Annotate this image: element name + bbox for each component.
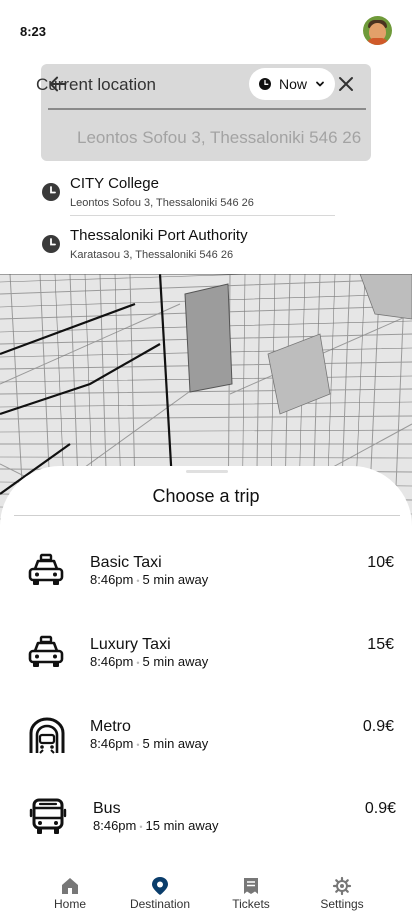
trip-name: Metro (90, 718, 131, 735)
trip-price: 15€ (367, 636, 394, 653)
trip-name: Luxury Taxi (90, 636, 171, 653)
location-pin-icon (152, 877, 168, 895)
taxi-icon (28, 635, 64, 667)
nav-label: Destination (129, 897, 191, 911)
recent-item[interactable]: CITY College Leontos Sofou 3, Thessaloni… (0, 172, 412, 220)
sheet-title: Choose a trip (152, 486, 260, 506)
trip-details: 8:46pm • 5 min away (90, 572, 209, 587)
trip-option-luxury-taxi[interactable]: Luxury Taxi 8:46pm • 5 min away 15€ (0, 628, 412, 692)
nav-label: Tickets (232, 897, 270, 911)
trip-option-metro[interactable]: Metro 8:46pm • 5 min away 0.9€ (0, 710, 412, 774)
chevron-down-icon (316, 81, 324, 87)
trip-price: 0.9€ (364, 800, 396, 817)
gear-icon (332, 876, 352, 896)
trip-price: 0.9€ (362, 718, 394, 735)
nav-item-home[interactable]: Home (30, 862, 110, 917)
trip-option-bus[interactable]: Bus 8:46pm • 15 min away 0.9€ (0, 792, 412, 856)
recent-item-address: Karatasou 3, Thessaloniki 546 26 (70, 249, 234, 261)
nav-label: Home (53, 897, 86, 911)
nav-label: Settings (320, 897, 364, 911)
recent-item[interactable]: Thessaloniki Port Authority Karatasou 3,… (0, 224, 412, 272)
nav-item-settings[interactable]: Settings (302, 862, 382, 917)
sheet-divider (14, 515, 400, 516)
metro-icon (29, 717, 65, 754)
origin-field[interactable]: Current location (36, 75, 156, 95)
trip-price: 10€ (367, 554, 394, 571)
trip-name: Bus (93, 800, 121, 817)
sheet-drag-handle[interactable] (186, 470, 228, 473)
departure-time-select[interactable]: Now (249, 68, 335, 100)
close-icon[interactable] (338, 76, 354, 92)
trip-details: 8:46pm • 5 min away (90, 736, 209, 751)
recent-item-name: Thessaloniki Port Authority (70, 227, 248, 244)
taxi-icon (28, 553, 64, 585)
avatar[interactable] (363, 16, 392, 45)
search-divider (48, 108, 366, 110)
trip-details: 8:46pm • 15 min away (93, 818, 219, 833)
bus-icon (29, 798, 67, 834)
nav-item-tickets[interactable]: Tickets (211, 862, 291, 917)
recent-item-name: CITY College (70, 175, 159, 192)
home-icon (62, 878, 78, 894)
status-bar: 8:23 (0, 0, 412, 60)
history-clock-icon (42, 183, 60, 201)
ticket-icon (244, 878, 258, 894)
trip-option-basic-taxi[interactable]: Basic Taxi 8:46pm • 5 min away 10€ (0, 546, 412, 610)
recent-divider (70, 215, 335, 216)
departure-time-value: Now (279, 76, 308, 92)
bottom-nav: Home Destination Tickets Settings (0, 862, 412, 917)
destination-field[interactable]: Leontos Sofou 3, Thessaloniki 546 26 (77, 128, 361, 148)
nav-item-destination[interactable]: Destination (120, 862, 200, 917)
recent-item-address: Leontos Sofou 3, Thessaloniki 546 26 (70, 197, 254, 209)
history-clock-icon (42, 235, 60, 253)
trip-details: 8:46pm • 5 min away (90, 654, 209, 669)
status-time: 8:23 (20, 24, 47, 39)
trip-name: Basic Taxi (90, 554, 162, 571)
clock-icon (259, 78, 271, 90)
